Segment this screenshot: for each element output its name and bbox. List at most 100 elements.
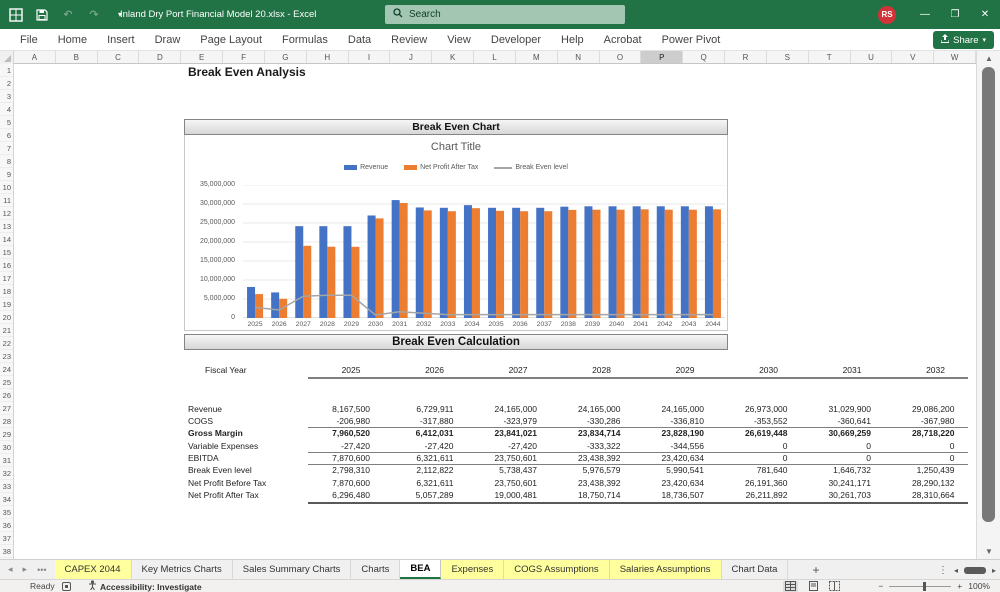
row-header-15[interactable]: 15 [0, 246, 13, 259]
avatar[interactable]: RS [878, 6, 896, 24]
row-header-25[interactable]: 25 [0, 376, 13, 389]
redo-icon[interactable]: ↷ [86, 7, 102, 23]
ribbon-tab-help[interactable]: Help [551, 29, 594, 51]
row-header-12[interactable]: 12 [0, 207, 13, 220]
row-header-17[interactable]: 17 [0, 272, 13, 285]
column-header-M[interactable]: M [516, 51, 558, 63]
row-header-16[interactable]: 16 [0, 259, 13, 272]
break-even-chart[interactable]: Chart Title RevenueNet Profit After TaxB… [184, 135, 728, 331]
row-header-19[interactable]: 19 [0, 298, 13, 311]
row-header-29[interactable]: 29 [0, 428, 13, 441]
sheet-tab-charts[interactable]: Charts [351, 560, 400, 579]
zoom-slider[interactable] [889, 586, 951, 587]
row-header-27[interactable]: 27 [0, 402, 13, 415]
scroll-down-icon[interactable]: ▼ [977, 545, 1000, 558]
page-layout-view-icon[interactable] [808, 581, 819, 592]
column-header-N[interactable]: N [558, 51, 600, 63]
row-header-3[interactable]: 3 [0, 90, 13, 103]
vertical-scrollbar[interactable]: ▲ ▼ [976, 51, 1000, 559]
save-icon[interactable] [34, 7, 50, 23]
row-header-21[interactable]: 21 [0, 324, 13, 337]
ribbon-tab-data[interactable]: Data [338, 29, 381, 51]
column-header-E[interactable]: E [181, 51, 223, 63]
row-header-10[interactable]: 10 [0, 181, 13, 194]
minimize-button[interactable]: — [910, 0, 940, 29]
row-header-5[interactable]: 5 [0, 116, 13, 129]
macro-record-icon[interactable] [62, 582, 71, 592]
restore-button[interactable]: ❐ [940, 0, 970, 29]
horizontal-scrollbar-thumb[interactable] [964, 567, 986, 574]
ribbon-tab-insert[interactable]: Insert [97, 29, 145, 51]
row-header-9[interactable]: 9 [0, 168, 13, 181]
search-input[interactable]: Search [385, 5, 625, 24]
row-header-1[interactable]: 1 [0, 64, 13, 77]
row-header-14[interactable]: 14 [0, 233, 13, 246]
row-header-35[interactable]: 35 [0, 506, 13, 519]
ribbon-tab-view[interactable]: View [437, 29, 481, 51]
sheet-tab-chart-data[interactable]: Chart Data [722, 560, 789, 579]
share-button[interactable]: Share ▾ [933, 31, 994, 49]
row-header-22[interactable]: 22 [0, 337, 13, 350]
zoom-slider-thumb[interactable] [923, 582, 926, 591]
column-header-W[interactable]: W [934, 51, 976, 63]
row-header-37[interactable]: 37 [0, 532, 13, 545]
zoom-in-icon[interactable]: + [957, 581, 962, 591]
column-header-U[interactable]: U [851, 51, 893, 63]
ribbon-tab-page-layout[interactable]: Page Layout [190, 29, 272, 51]
vertical-scrollbar-thumb[interactable] [982, 67, 995, 522]
row-header-28[interactable]: 28 [0, 415, 13, 428]
column-header-Q[interactable]: Q [683, 51, 725, 63]
column-header-V[interactable]: V [892, 51, 934, 63]
row-header-31[interactable]: 31 [0, 454, 13, 467]
row-header-38[interactable]: 38 [0, 545, 13, 558]
row-header-11[interactable]: 11 [0, 194, 13, 207]
ribbon-tab-formulas[interactable]: Formulas [272, 29, 338, 51]
sheet-tab-salaries-assumptions[interactable]: Salaries Assumptions [610, 560, 722, 579]
column-header-K[interactable]: K [432, 51, 474, 63]
ribbon-tab-developer[interactable]: Developer [481, 29, 551, 51]
column-header-C[interactable]: C [98, 51, 140, 63]
row-header-32[interactable]: 32 [0, 467, 13, 480]
ribbon-tab-file[interactable]: File [10, 29, 48, 51]
row-header-6[interactable]: 6 [0, 129, 13, 142]
more-options-icon[interactable]: ⋮ [938, 565, 948, 576]
ribbon-tab-acrobat[interactable]: Acrobat [594, 29, 652, 51]
sheet-tab-bea[interactable]: BEA [400, 560, 441, 579]
tab-scroll-left-icon[interactable]: ◂ [4, 564, 17, 575]
column-header-D[interactable]: D [139, 51, 181, 63]
ribbon-tab-draw[interactable]: Draw [145, 29, 191, 51]
hscroll-left-icon[interactable]: ◂ [954, 566, 958, 575]
row-header-18[interactable]: 18 [0, 285, 13, 298]
column-header-R[interactable]: R [725, 51, 767, 63]
row-header-33[interactable]: 33 [0, 480, 13, 493]
row-header-30[interactable]: 30 [0, 441, 13, 454]
column-header-J[interactable]: J [390, 51, 432, 63]
sheet-tab-cogs-assumptions[interactable]: COGS Assumptions [504, 560, 609, 579]
row-header-34[interactable]: 34 [0, 493, 13, 506]
all-sheets-icon[interactable]: ••• [33, 565, 50, 575]
column-header-F[interactable]: F [223, 51, 265, 63]
row-header-36[interactable]: 36 [0, 519, 13, 532]
column-header-I[interactable]: I [349, 51, 391, 63]
ribbon-tab-power-pivot[interactable]: Power Pivot [652, 29, 731, 51]
close-button[interactable]: ✕ [970, 0, 1000, 29]
column-header-P[interactable]: P [641, 51, 683, 63]
normal-view-icon[interactable] [783, 581, 798, 592]
new-sheet-button[interactable]: + [802, 560, 829, 579]
ribbon-tab-review[interactable]: Review [381, 29, 437, 51]
select-all-corner[interactable] [0, 51, 14, 64]
row-header-4[interactable]: 4 [0, 103, 13, 116]
column-header-H[interactable]: H [307, 51, 349, 63]
tab-scroll-right-icon[interactable]: ▸ [19, 564, 32, 575]
accessibility-status[interactable]: Accessibility: Investigate [88, 580, 202, 592]
row-header-23[interactable]: 23 [0, 350, 13, 363]
row-header-8[interactable]: 8 [0, 155, 13, 168]
sheet-tab-sales-summary-charts[interactable]: Sales Summary Charts [233, 560, 352, 579]
sheet-tab-key-metrics-charts[interactable]: Key Metrics Charts [132, 560, 233, 579]
column-header-L[interactable]: L [474, 51, 516, 63]
column-header-S[interactable]: S [767, 51, 809, 63]
zoom-out-icon[interactable]: − [878, 581, 883, 591]
row-header-20[interactable]: 20 [0, 311, 13, 324]
hscroll-right-icon[interactable]: ▸ [992, 566, 996, 575]
sheet-tab-expenses[interactable]: Expenses [441, 560, 504, 579]
